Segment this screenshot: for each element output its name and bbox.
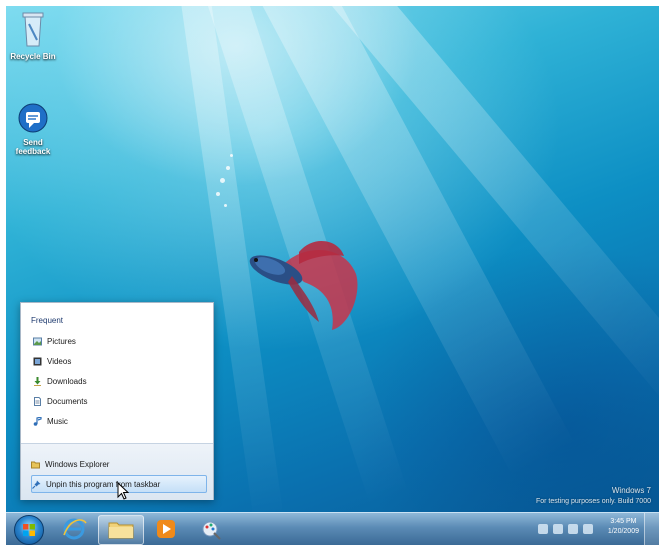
unpin-label: Unpin this program from taskbar <box>46 479 161 489</box>
tray-volume-icon[interactable] <box>583 524 593 534</box>
paint-icon <box>202 521 221 540</box>
folder-icon <box>31 461 40 468</box>
tray-action-center-icon[interactable] <box>553 524 563 534</box>
bubble <box>220 178 225 183</box>
bubble <box>224 204 227 207</box>
jump-list-item-pictures[interactable]: Pictures <box>33 333 203 349</box>
windows-flag-icon <box>23 524 35 536</box>
unpin-icon <box>32 480 41 489</box>
taskbar-media-player-button[interactable] <box>148 515 184 543</box>
recycle-bin-label: Recycle Bin <box>10 52 56 61</box>
feedback-icon <box>18 103 48 133</box>
jump-list-item-downloads[interactable]: Downloads <box>33 373 203 389</box>
jump-list-item-label: Pictures <box>47 336 76 346</box>
jump-list-item-label: Music <box>47 416 68 426</box>
jump-list-item-label: Documents <box>47 396 88 406</box>
pictures-icon <box>33 337 42 345</box>
jump-list-item-videos[interactable]: Videos <box>33 353 203 369</box>
media-player-icon <box>157 520 175 538</box>
clock-time: 3:45 PM <box>610 518 637 525</box>
taskbar-jump-list: Frequent Pictures Videos Downloads Docum… <box>20 302 214 500</box>
jump-list-frequent-section: Frequent Pictures Videos Downloads Docum… <box>21 303 213 443</box>
build-watermark-title: Windows 7 <box>611 486 651 495</box>
send-feedback-label: Send feedback <box>15 138 51 156</box>
jump-list-item-music[interactable]: Music <box>33 413 203 429</box>
jump-list-item-documents[interactable]: Documents <box>33 393 203 409</box>
bubble <box>226 166 230 170</box>
music-icon <box>33 416 42 426</box>
jump-list-item-label: Videos <box>47 356 72 366</box>
system-clock[interactable]: 3:45 PM 1/20/2009 <box>608 517 639 537</box>
jump-list-heading: Frequent <box>31 316 64 325</box>
mouse-cursor-icon <box>117 482 129 500</box>
downloads-icon <box>34 376 41 386</box>
windows-explorer-label: Windows Explorer <box>45 459 110 469</box>
start-button[interactable] <box>14 515 44 545</box>
bubble <box>230 154 233 157</box>
jump-list-windows-explorer[interactable]: Windows Explorer <box>31 456 205 472</box>
build-watermark-text: For testing purposes only. Build 7000 <box>535 498 651 505</box>
notification-area <box>538 517 593 541</box>
tray-up-arrow-icon[interactable] <box>538 524 548 534</box>
taskbar: 3:45 PM 1/20/2009 <box>6 512 659 545</box>
screenshot-frame: Recycle Bin Send feedback Windows 7 For … <box>0 0 665 547</box>
videos-icon <box>33 357 42 365</box>
taskbar-paint-button[interactable] <box>194 515 230 543</box>
clock-date: 1/20/2009 <box>607 528 639 535</box>
tray-network-icon[interactable] <box>568 524 578 534</box>
bubble <box>216 192 220 196</box>
taskbar-internet-explorer-button[interactable] <box>56 515 92 543</box>
jump-list-item-label: Downloads <box>47 376 87 386</box>
show-desktop-button[interactable] <box>644 513 659 545</box>
internet-explorer-icon <box>63 518 87 540</box>
recycle-bin-icon <box>22 12 44 47</box>
betta-fish-image <box>249 240 358 330</box>
send-feedback-desktop-icon[interactable]: Send feedback <box>6 102 60 156</box>
recycle-bin-desktop-icon[interactable]: Recycle Bin <box>6 10 60 61</box>
folder-library-icon <box>108 522 134 539</box>
taskbar-windows-explorer-button[interactable] <box>98 515 144 545</box>
documents-icon <box>34 396 41 406</box>
